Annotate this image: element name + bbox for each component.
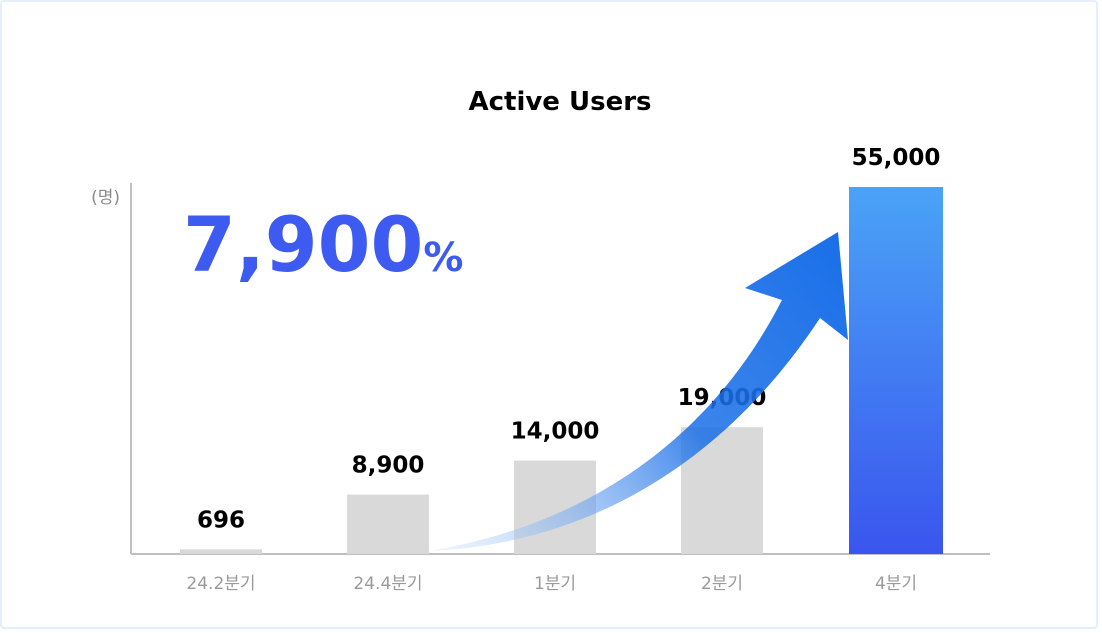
tick-label-5: 4분기 (875, 574, 917, 594)
y-axis-unit-label: (명) (91, 188, 120, 208)
value-label-5: 55,000 (852, 145, 941, 171)
growth-number: 7,900 (183, 200, 423, 289)
value-label-2: 8,900 (352, 453, 425, 479)
bar-5 (849, 187, 943, 554)
growth-arrow-icon (428, 232, 848, 551)
tick-label-4: 2분기 (701, 574, 743, 594)
value-label-3: 14,000 (511, 419, 600, 445)
tick-label-3: 1분기 (534, 574, 576, 594)
tick-labels-group: 24.2분기 24.4분기 1분기 2분기 4분기 (186, 574, 917, 594)
tick-label-2: 24.4분기 (353, 574, 422, 594)
active-users-chart: Active Users (명) 6968,90014,00019,00055,… (91, 87, 990, 594)
tick-label-1: 24.2분기 (186, 574, 255, 594)
bar-2 (347, 494, 429, 554)
value-label-1: 696 (197, 507, 245, 533)
growth-percent-sign: % (423, 235, 463, 281)
growth-percentage: 7,900% (183, 200, 463, 289)
bar-1 (180, 549, 262, 554)
chart-title: Active Users (468, 87, 651, 117)
